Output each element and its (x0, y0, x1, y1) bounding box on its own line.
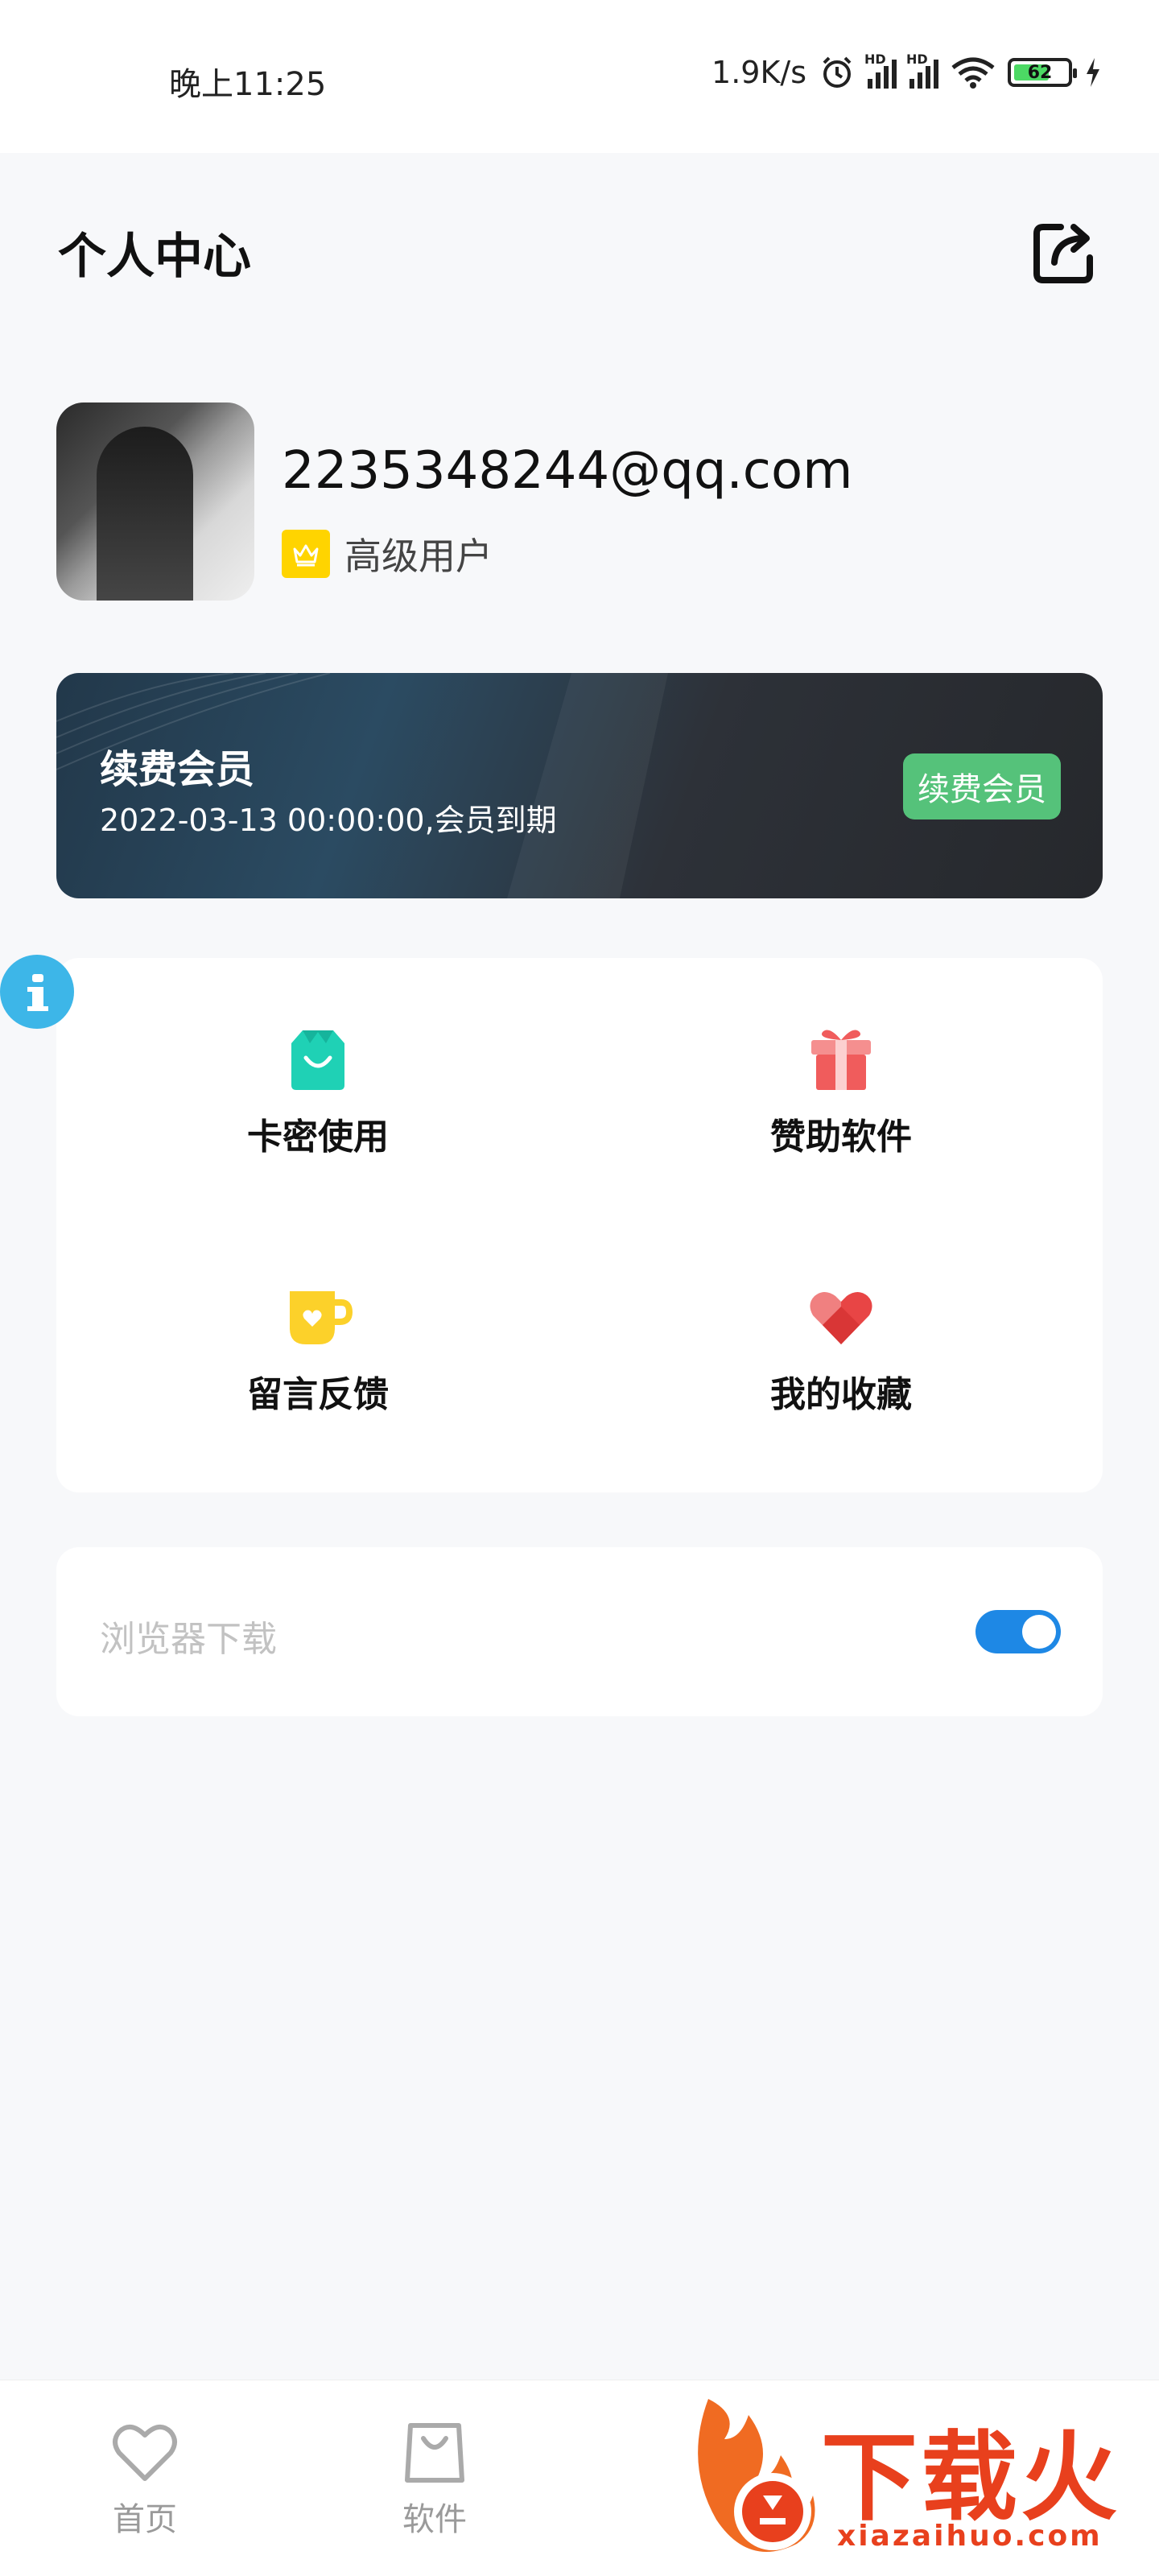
heart-outline-icon (113, 2425, 177, 2481)
battery-level: 62 (1027, 62, 1053, 83)
avatar[interactable] (56, 402, 254, 601)
browser-download-toggle[interactable] (975, 1610, 1061, 1653)
nav-home-label: 首页 (113, 2501, 177, 2538)
net-speed: 1.9K/s (711, 55, 806, 90)
signal-2-icon: HD (906, 52, 938, 89)
cup-icon (290, 1291, 353, 1344)
info-icon (27, 974, 48, 1011)
share-button[interactable] (1029, 216, 1101, 288)
nav-software[interactable]: 软件 (370, 2421, 499, 2540)
watermark-url: xiazaihuo.com (837, 2520, 1103, 2553)
favorites-label: 我的收藏 (770, 1374, 912, 1415)
alarm-icon (823, 56, 852, 88)
hd-label-1: HD (864, 52, 886, 67)
nav-home[interactable]: 首页 (80, 2421, 209, 2540)
level-label: 高级用户 (344, 535, 493, 578)
profile-email: 2235348244@qq.com (282, 441, 853, 501)
browser-download-label: 浏览器下载 (100, 1619, 277, 1660)
vip-expire: 2022-03-13 00:00:00,会员到期 (100, 803, 557, 838)
bag-outline-icon (405, 2423, 464, 2483)
heart-icon (810, 1292, 872, 1344)
shopping-bag-icon (291, 1030, 344, 1090)
battery-icon: 62 (1008, 58, 1077, 87)
status-time: 晚上11:25 (169, 66, 327, 103)
signal-1-icon: HD (864, 52, 897, 89)
vip-title: 续费会员 (100, 747, 255, 792)
user-level: 高级用户 (282, 527, 493, 580)
hd-label-2: HD (906, 52, 928, 67)
feedback-item[interactable]: 留言反馈 (157, 1280, 479, 1441)
status-bar: 晚上11:25 1.9K/s HD HD 62 (0, 0, 1159, 153)
watermark-text: 下载火 (821, 2422, 1120, 2534)
card-key-item[interactable]: 卡密使用 (157, 1022, 479, 1183)
feature-grid: 卡密使用 赞助软件 留言反馈 我的收藏 (56, 958, 1103, 1492)
renew-vip-button[interactable]: 续费会员 (903, 753, 1061, 819)
favorites-item[interactable]: 我的收藏 (680, 1280, 1002, 1441)
card-key-label: 卡密使用 (247, 1117, 389, 1158)
feedback-label: 留言反馈 (247, 1374, 389, 1415)
flame-logo-icon (698, 2399, 815, 2552)
share-icon (1033, 224, 1093, 283)
page-title: 个人中心 (58, 229, 251, 285)
floating-info-button[interactable] (0, 955, 74, 1029)
nav-software-label: 软件 (402, 2501, 467, 2538)
sponsor-label: 赞助软件 (770, 1117, 912, 1158)
sponsor-item[interactable]: 赞助软件 (680, 1022, 1002, 1183)
wifi-icon (951, 57, 995, 89)
charging-icon (1087, 58, 1099, 87)
vip-card: 续费会员 2022-03-13 00:00:00,会员到期 续费会员 (56, 673, 1103, 898)
crown-icon (282, 530, 330, 578)
status-icons: 1.9K/s HD HD 62 (711, 52, 1101, 90)
gift-icon (811, 1030, 871, 1090)
watermark-logo: 下载火 xiazaihuo.com (684, 2367, 1159, 2576)
browser-download-setting: 浏览器下载 (56, 1547, 1103, 1716)
